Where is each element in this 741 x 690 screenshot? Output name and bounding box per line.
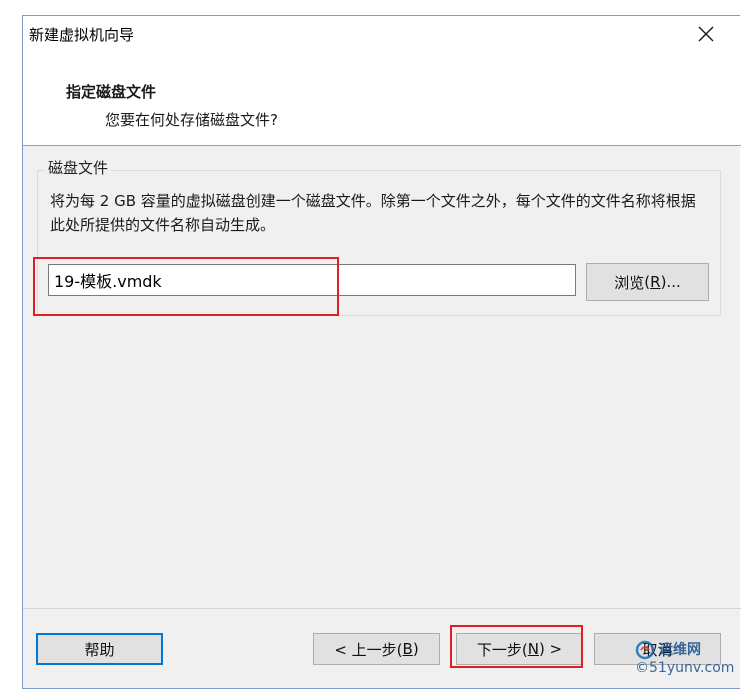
browse-hotkey: R <box>650 273 661 291</box>
browse-button[interactable]: 浏览(R)... <box>586 263 709 301</box>
browse-button-suffix: )... <box>660 273 681 291</box>
help-button[interactable]: 帮助 <box>36 633 163 665</box>
disk-file-description: 将为每 2 GB 容量的虚拟磁盘创建一个磁盘文件。除第一个文件之外，每个文件的文… <box>50 192 696 234</box>
window-title: 新建虚拟机向导 <box>29 26 135 44</box>
browse-button-label: 浏览 <box>614 273 645 292</box>
help-button-label: 帮助 <box>84 640 115 659</box>
next-button-suffix: ) > <box>538 640 563 658</box>
site-watermark: 运维网 ©51yunv.com <box>635 640 734 676</box>
watermark-brand: 运维网 <box>659 642 701 658</box>
back-button[interactable]: < 上一步(B) <box>313 633 440 665</box>
next-button[interactable]: 下一步(N) > <box>456 633 583 665</box>
footer-divider <box>23 608 741 609</box>
watermark-logo-icon <box>635 640 655 660</box>
title-bar: 新建虚拟机向导 <box>23 16 741 53</box>
step-subtitle: 您要在何处存储磁盘文件? <box>105 111 278 129</box>
back-button-suffix: ) <box>412 640 419 658</box>
new-vm-wizard-dialog: 新建虚拟机向导 指定磁盘文件 您要在何处存储磁盘文件? 磁盘文件 将为每 2 G… <box>22 15 741 689</box>
wizard-header: 指定磁盘文件 您要在何处存储磁盘文件? <box>23 53 741 146</box>
next-button-prefix: 下一步( <box>476 640 528 659</box>
disk-file-group-legend: 磁盘文件 <box>45 157 112 178</box>
back-button-prefix: < 上一步( <box>334 640 403 659</box>
step-title: 指定磁盘文件 <box>66 83 157 101</box>
close-button[interactable] <box>691 20 721 48</box>
close-icon <box>698 26 714 42</box>
disk-file-name-input[interactable] <box>48 264 576 296</box>
watermark-site: ©51yunv.com <box>635 660 735 676</box>
next-hotkey: N <box>527 640 539 658</box>
back-hotkey: B <box>402 640 413 658</box>
